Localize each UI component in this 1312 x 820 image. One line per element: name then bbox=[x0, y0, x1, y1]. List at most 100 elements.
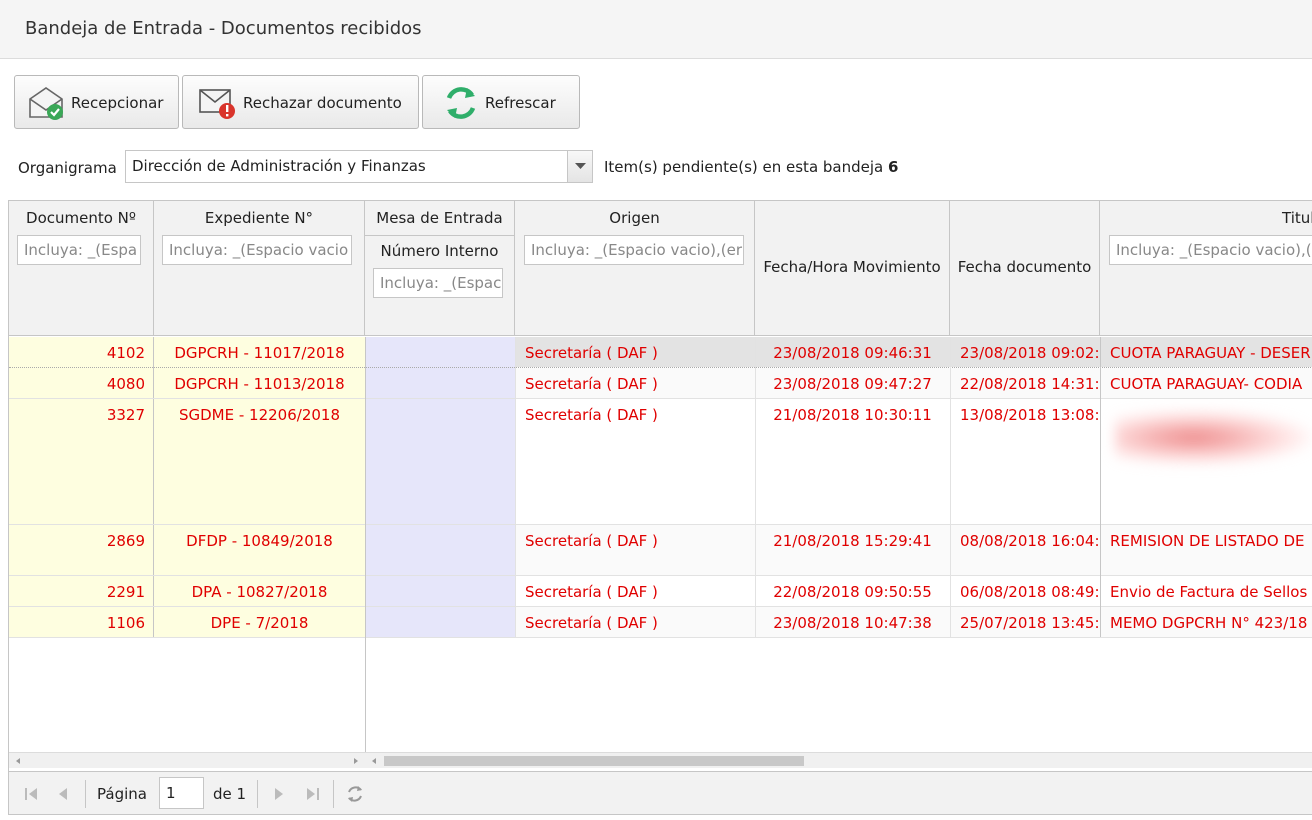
cell-fecha-mov: 21/08/2018 15:29:41 bbox=[755, 525, 950, 575]
scroll-right-icon[interactable] bbox=[351, 756, 361, 766]
locked-divider bbox=[365, 337, 366, 752]
filter-origen[interactable]: Incluya: _(Espacio vacio),(er bbox=[524, 235, 744, 265]
col-divider bbox=[1100, 337, 1101, 637]
cell-documento: 3327 bbox=[106, 406, 145, 424]
cell-documento: 2869 bbox=[106, 532, 145, 550]
organigrama-label: Organigrama bbox=[18, 159, 117, 177]
scroll-left-icon[interactable] bbox=[13, 756, 23, 766]
col-header-documento[interactable]: Documento Nº Incluya: _(Espa bbox=[9, 201, 154, 336]
cell-fecha-mov: 21/08/2018 10:30:11 bbox=[773, 406, 932, 424]
refresh-button[interactable]: Refrescar bbox=[422, 75, 580, 129]
col-header-expediente[interactable]: Expediente N° Incluya: _(Espacio vacio bbox=[154, 201, 365, 336]
col-header-titulo[interactable]: Titul Incluya: _(Espacio vacio),(e bbox=[1100, 201, 1312, 336]
col-header-numero-interno[interactable]: Número Interno Incluya: _(Espac bbox=[365, 235, 514, 336]
reject-label: Rechazar documento bbox=[243, 94, 402, 112]
filter-numero-interno[interactable]: Incluya: _(Espac bbox=[373, 268, 503, 298]
cell-titulo: CUOTA PARAGUAY- CODIA bbox=[1100, 368, 1312, 398]
filter-titulo[interactable]: Incluya: _(Espacio vacio),(e bbox=[1109, 235, 1312, 265]
cell-titulo: CUOTA PARAGUAY - DESER bbox=[1110, 344, 1311, 362]
page-of-label: de 1 bbox=[213, 785, 247, 803]
col-fecha-doc-title: Fecha documento bbox=[957, 258, 1092, 276]
pending-count: Item(s) pendiente(s) en esta bandeja 6 bbox=[604, 158, 898, 176]
envelope-check-icon bbox=[29, 87, 63, 120]
cell-origen: Secretaría ( DAF ) bbox=[515, 607, 755, 637]
redacted-text bbox=[1115, 410, 1312, 465]
cell-documento: 2291 bbox=[106, 583, 145, 601]
next-page-icon[interactable] bbox=[267, 782, 291, 806]
col-titulo-title: Titul bbox=[1282, 209, 1312, 227]
table-row[interactable]: 2291 DPA - 10827/2018 Secretaría ( DAF )… bbox=[9, 576, 1312, 607]
filter-documento[interactable]: Incluya: _(Espa bbox=[17, 235, 141, 265]
pager-separator bbox=[85, 780, 86, 808]
col-documento-title: Documento Nº bbox=[26, 209, 136, 227]
cell-expediente: SGDME - 12206/2018 bbox=[178, 406, 340, 424]
title-bar: Bandeja de Entrada - Documentos recibido… bbox=[0, 0, 1312, 59]
refresh-label: Refrescar bbox=[485, 94, 556, 112]
cell-origen: Secretaría ( DAF ) bbox=[525, 344, 658, 362]
cell-origen: Secretaría ( DAF ) bbox=[525, 583, 658, 601]
pager-separator bbox=[333, 780, 334, 808]
filter-expediente[interactable]: Incluya: _(Espacio vacio bbox=[162, 235, 352, 265]
organigrama-select[interactable]: Dirección de Administración y Finanzas bbox=[125, 150, 593, 183]
cell-titulo: MEMO DGPCRH N° 423/18 bbox=[1100, 607, 1312, 637]
pager-refresh-icon[interactable] bbox=[343, 782, 367, 806]
last-page-icon[interactable] bbox=[301, 782, 325, 806]
col-mesa-title: Mesa de Entrada bbox=[376, 209, 503, 227]
table-row[interactable]: 2869 DFDP - 10849/2018 Secretaría ( DAF … bbox=[9, 525, 1312, 576]
pending-number: 6 bbox=[888, 158, 899, 176]
col-header-mesa[interactable]: Mesa de Entrada Número Interno Incluya: … bbox=[365, 201, 515, 336]
col-header-fecha-mov[interactable]: Fecha/Hora Movimiento bbox=[755, 201, 950, 336]
page-number-input[interactable]: 1 bbox=[159, 777, 204, 809]
cell-origen: Secretaría ( DAF ) bbox=[515, 525, 755, 575]
col-divider bbox=[515, 337, 516, 637]
table-row[interactable]: 4102 DGPCRH - 11017/2018 Secretaría ( DA… bbox=[9, 337, 1312, 368]
cell-origen: Secretaría ( DAF ) bbox=[525, 406, 658, 424]
cell-fecha-mov: 22/08/2018 09:50:55 bbox=[773, 583, 932, 601]
documents-grid: Documento Nº Incluya: _(Espa Expediente … bbox=[8, 200, 1312, 815]
envelope-alert-icon bbox=[199, 89, 235, 119]
cell-expediente: DGPCRH - 11013/2018 bbox=[174, 375, 345, 393]
pager-toolbar: Página 1 de 1 bbox=[9, 771, 1312, 814]
previous-page-icon[interactable] bbox=[51, 782, 75, 806]
receive-button[interactable]: Recepcionar bbox=[14, 75, 179, 129]
pending-text: Item(s) pendiente(s) en esta bandeja bbox=[604, 158, 884, 176]
cell-expediente: DGPCRH - 11017/2018 bbox=[174, 344, 345, 362]
col-expediente-title: Expediente N° bbox=[204, 209, 314, 227]
cell-fecha-doc: 06/08/2018 08:49:0 bbox=[960, 583, 1100, 601]
col-fecha-mov-title: Fecha/Hora Movimiento bbox=[763, 258, 941, 276]
cell-origen: Secretaría ( DAF ) bbox=[515, 368, 755, 398]
cell-fecha-doc: 13/08/2018 13:08:1 bbox=[960, 406, 1100, 424]
page-label: Página bbox=[97, 785, 147, 803]
col-header-origen[interactable]: Origen Incluya: _(Espacio vacio),(er bbox=[515, 201, 755, 336]
pager-separator bbox=[257, 780, 258, 808]
cell-fecha-doc: 08/08/2018 16:04:4 bbox=[950, 525, 1100, 575]
table-row[interactable]: 4080 DGPCRH - 11013/2018 Secretaría ( DA… bbox=[9, 368, 1312, 399]
cell-expediente: DPE - 7/2018 bbox=[210, 614, 309, 632]
scrollbar-thumb[interactable] bbox=[384, 756, 804, 766]
scroll-left-icon[interactable] bbox=[369, 756, 379, 766]
cell-expediente: DFDP - 10849/2018 bbox=[186, 532, 333, 550]
cell-titulo: REMISION DE LISTADO DE bbox=[1100, 525, 1312, 575]
chevron-down-icon bbox=[575, 163, 586, 169]
organigrama-selected: Dirección de Administración y Finanzas bbox=[132, 157, 426, 175]
receive-label: Recepcionar bbox=[71, 94, 164, 112]
col-divider bbox=[755, 337, 756, 637]
reject-document-button[interactable]: Rechazar documento bbox=[182, 75, 419, 129]
cell-expediente: DPA - 10827/2018 bbox=[191, 583, 328, 601]
refresh-icon bbox=[446, 87, 476, 119]
col-origen-title: Origen bbox=[609, 209, 660, 227]
first-page-icon[interactable] bbox=[19, 782, 43, 806]
horizontal-scrollbar[interactable] bbox=[9, 752, 1312, 768]
table-row[interactable]: 1106 DPE - 7/2018 Secretaría ( DAF ) 23/… bbox=[9, 607, 1312, 638]
cell-fecha-doc: 25/07/2018 13:45:1 bbox=[950, 607, 1100, 637]
cell-documento: 4102 bbox=[106, 344, 145, 362]
cell-documento: 4080 bbox=[106, 375, 145, 393]
page-title: Bandeja de Entrada - Documentos recibido… bbox=[25, 18, 422, 39]
cell-fecha-doc: 22/08/2018 14:31:1 bbox=[950, 368, 1100, 398]
col-numero-interno-title: Número Interno bbox=[380, 242, 499, 260]
cell-fecha-doc: 23/08/2018 09:02:3 bbox=[960, 344, 1100, 362]
col-header-fecha-doc[interactable]: Fecha documento bbox=[950, 201, 1100, 336]
dropdown-arrow[interactable] bbox=[567, 151, 592, 182]
cell-titulo: Envio de Factura de Sellos p bbox=[1110, 583, 1312, 601]
col-divider bbox=[950, 337, 951, 637]
